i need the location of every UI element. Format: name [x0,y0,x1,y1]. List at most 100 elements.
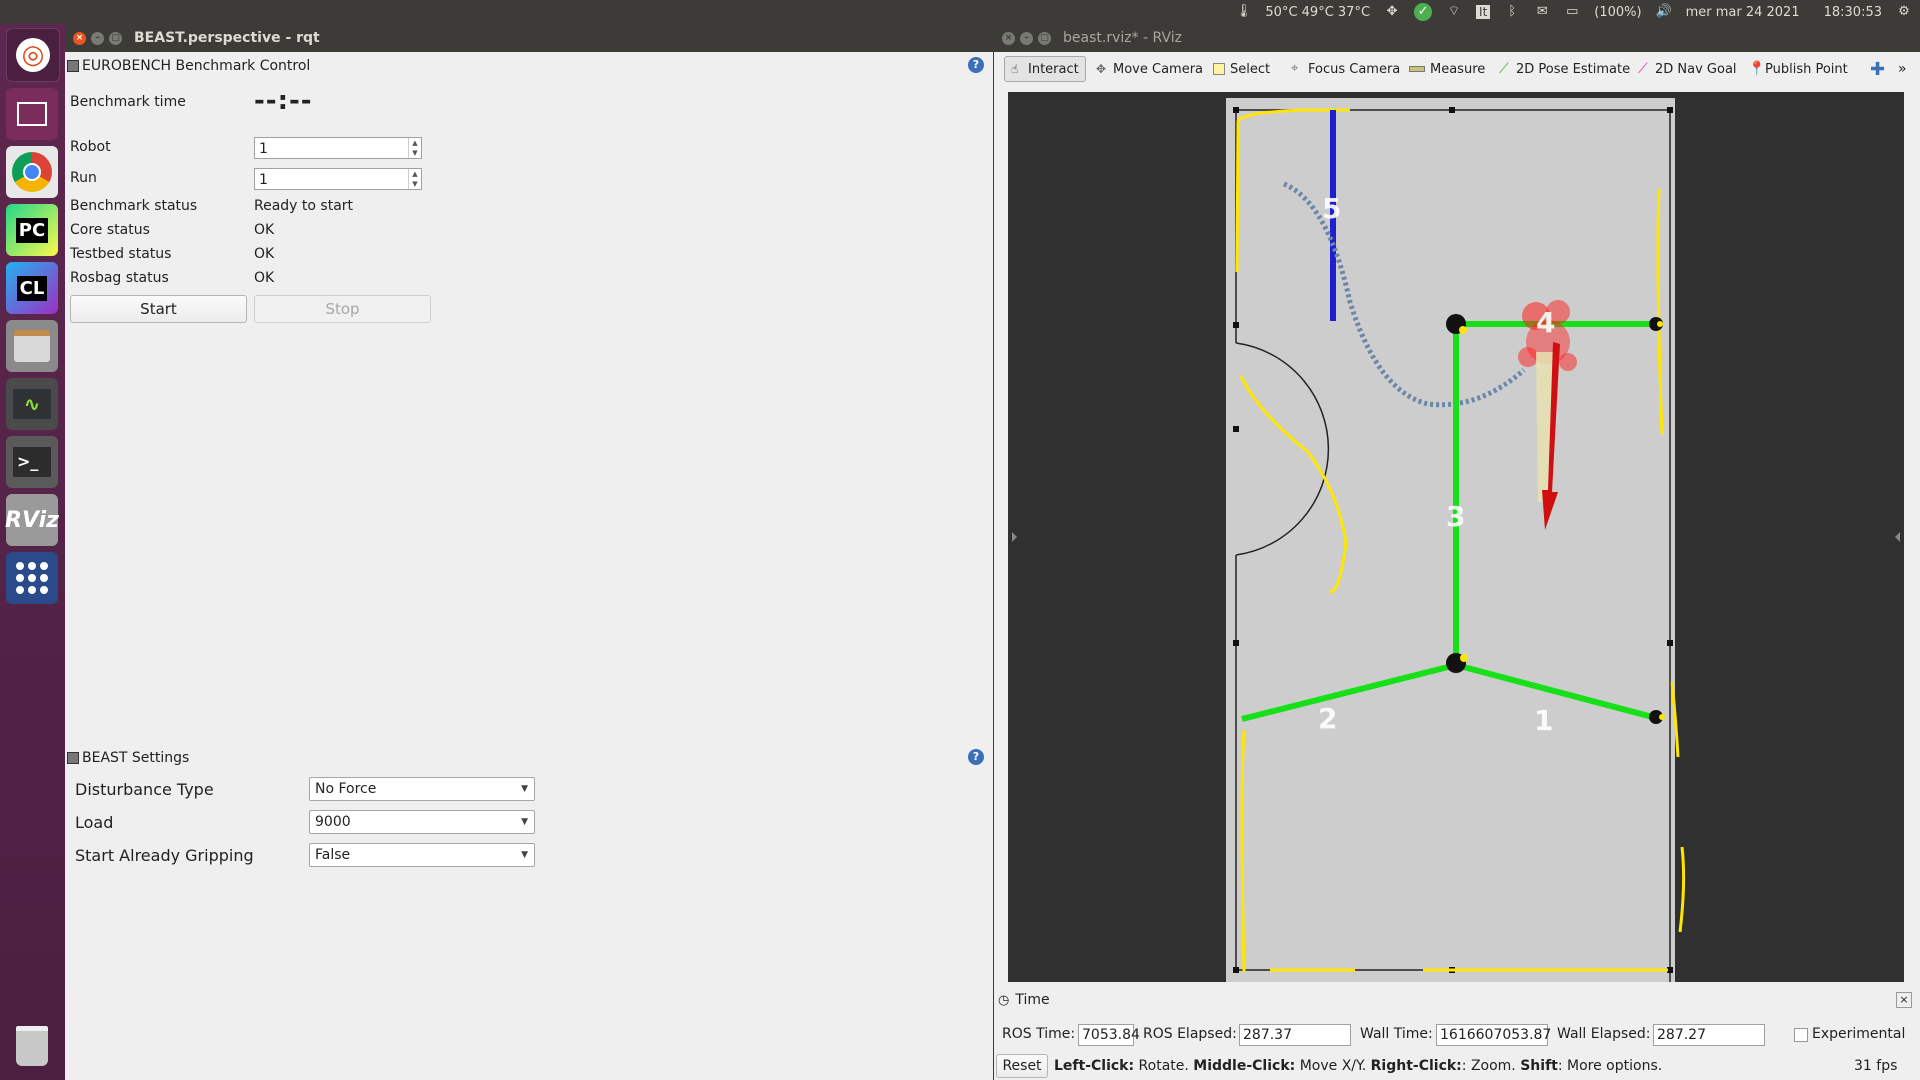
tool-label: 2D Nav Goal [1655,61,1737,77]
hint-text: : Zoom. [1461,1058,1521,1074]
clion-icon[interactable]: CL [6,262,58,314]
start-button[interactable]: Start [70,295,247,323]
spin-arrows-icon[interactable]: ▲ ▼ [408,138,421,158]
volume-icon[interactable]: 🔊 [1656,5,1672,19]
system-monitor-icon[interactable]: ∿ [6,378,58,430]
node-label-4: 4 [1536,306,1555,339]
map-floor [1226,98,1675,982]
spin-arrows-icon[interactable]: ▲ ▼ [408,169,421,189]
testbed-status-value: OK [254,246,275,262]
reset-button[interactable]: Reset [996,1054,1048,1078]
benchmark-plugin-header[interactable]: EUROBENCH Benchmark Control [67,58,310,74]
help-icon[interactable]: ? [968,749,984,765]
wall-time-field[interactable]: 1616607053.87 [1436,1024,1551,1046]
plugin-handle-icon[interactable] [67,60,79,72]
ros-time-field[interactable]: 7053.84 [1078,1024,1140,1046]
node-label-1: 1 [1534,704,1553,737]
time-panel-title: Time [1015,992,1050,1008]
testbed-status-label: Testbed status [70,246,172,262]
add-tool-icon[interactable]: ✚ [1870,56,1885,82]
terminal-icon[interactable]: >_ [6,436,58,488]
close-icon[interactable]: × [1896,992,1912,1008]
disturbance-type-select[interactable]: No Force ▼ [309,777,535,801]
robot-spinbox[interactable]: 1 ▲ ▼ [254,137,422,159]
help-icon[interactable]: ? [968,57,984,73]
chevron-down-icon[interactable]: ▼ [521,811,528,833]
battery-percent[interactable]: (100%) [1594,5,1641,20]
maximize-icon[interactable]: □ [1038,31,1051,45]
pose-arrow-icon: ⟋ [1499,61,1509,77]
run-spinbox[interactable]: 1 ▲ ▼ [254,168,422,190]
experimental-label: Experimental [1812,1026,1906,1042]
rqt-window: × – □ BEAST.perspective - rqt EUROBENCH … [65,24,993,1080]
mail-icon[interactable]: ✉ [1534,5,1550,19]
date-label[interactable]: mer mar 24 2021 [1686,5,1800,20]
settings-plugin-header[interactable]: BEAST Settings [67,750,189,766]
chevron-down-icon[interactable]: ▼ [521,778,528,800]
core-status-value: OK [254,222,275,238]
rqt-body: EUROBENCH Benchmark Control ? Benchmark … [65,52,993,1080]
chrome-icon[interactable] [6,146,58,198]
benchmark-status-value: Ready to start [254,198,354,214]
stop-button[interactable]: Stop [254,295,431,323]
tool-2d-pose-estimate[interactable]: ⟋ 2D Pose Estimate [1499,56,1630,82]
close-icon[interactable]: × [73,31,86,45]
pycharm-icon[interactable]: PC [6,204,58,256]
pin-icon: 📍 [1748,61,1766,77]
update-check-icon[interactable]: ✓ [1414,3,1433,21]
map-render[interactable]: 1 2 3 4 5 [1008,92,1904,982]
hint-text: Move X/Y. [1295,1058,1371,1074]
temperature-readout[interactable]: 50°C 49°C 37°C [1265,5,1370,20]
rqt-titlebar[interactable]: × – □ BEAST.perspective - rqt [65,24,993,52]
wifi-icon[interactable]: ⌔ [1446,5,1462,19]
mouse-hint: Left-Click: Rotate. Middle-Click: Move X… [1054,1058,1662,1074]
time-panel-header[interactable]: ◷ Time [998,992,1050,1008]
gear-icon[interactable]: ⚙ [1896,5,1912,19]
3d-viewport[interactable]: 1 2 3 4 5 [1008,92,1904,982]
tool-label: Publish Point [1765,61,1848,77]
tool-measure[interactable]: Measure [1409,56,1485,82]
files-icon[interactable] [6,320,58,372]
thermometer-icon[interactable]: 🌡 [1235,5,1252,19]
clock-label[interactable]: 18:30:53 [1824,5,1882,20]
maximize-icon[interactable]: □ [109,31,122,45]
trash-icon[interactable] [6,1020,58,1072]
ros-time-label: ROS Time: [1002,1026,1076,1042]
panel-indicators: 🌡 50°C 49°C 37°C ✥ ✓ ⌔ It ᛒ ✉ ▭ (100%) 🔊… [1235,0,1912,24]
ros-elapsed-field[interactable]: 287.37 [1239,1024,1351,1046]
robot-value: 1 [259,141,268,157]
load-select[interactable]: 9000 ▼ [309,810,535,834]
tool-label: Select [1230,61,1271,77]
rviz-titlebar[interactable]: × – □ beast.rviz* - RViz [994,24,1920,52]
close-icon[interactable]: × [1002,31,1015,45]
app-grid-icon[interactable] [6,552,58,604]
experimental-checkbox[interactable] [1794,1028,1808,1042]
tool-select[interactable]: Select [1213,56,1270,82]
select-icon [1213,63,1225,75]
bluetooth-icon[interactable]: ᛒ [1504,5,1520,19]
wall-elapsed-field[interactable]: 287.27 [1653,1024,1765,1046]
splitter-left-icon[interactable] [1012,532,1017,542]
start-gripping-select[interactable]: False ▼ [309,843,535,867]
minimize-icon[interactable]: – [1020,31,1033,45]
minimize-icon[interactable]: – [91,31,104,45]
plugin-handle-icon[interactable] [67,752,79,764]
tool-focus-camera[interactable]: ⌖ Focus Camera [1291,56,1400,82]
tool-publish-point[interactable]: 📍 Publish Point [1748,56,1848,82]
hint-key: Left-Click: [1054,1058,1135,1074]
splitter-right-icon[interactable] [1895,532,1900,542]
rviz-window-title: beast.rviz* - RViz [1063,30,1183,46]
tool-interact[interactable]: ☝ Interact [1004,56,1086,82]
battery-icon[interactable]: ▭ [1564,5,1580,19]
hint-text: : More options. [1557,1058,1663,1074]
keyboard-layout[interactable]: It [1476,5,1491,19]
workspace-switcher-icon[interactable] [6,88,58,140]
ubuntu-dash-icon[interactable]: ◎ [6,28,60,82]
tool-move-camera[interactable]: ✥ Move Camera [1096,56,1203,82]
chevron-down-icon[interactable]: ▼ [521,844,528,866]
move-icon: ✥ [1096,62,1107,76]
chevron-more-icon[interactable]: » [1898,56,1907,82]
dropbox-icon[interactable]: ✥ [1384,5,1400,19]
tool-2d-nav-goal[interactable]: ⟋ 2D Nav Goal [1638,56,1737,82]
rviz-icon[interactable]: RViz [5,494,59,546]
